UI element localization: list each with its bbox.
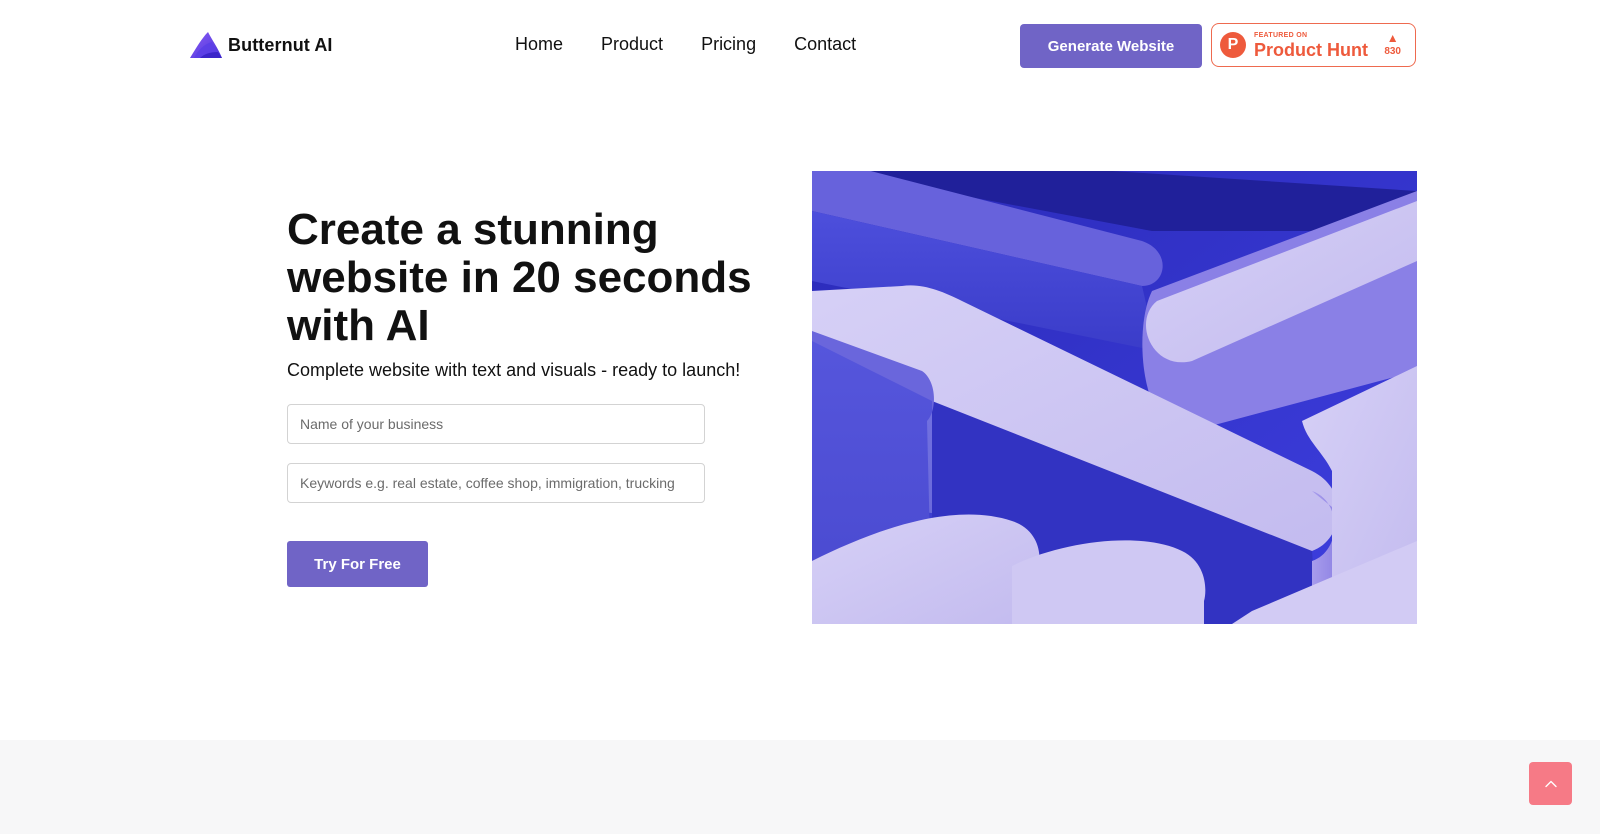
logo-icon — [190, 32, 222, 58]
product-hunt-logo-icon: P — [1220, 32, 1246, 58]
scroll-to-top-button[interactable] — [1529, 762, 1572, 805]
chevron-up-icon — [1544, 780, 1557, 787]
hero-title: Create a stunning website in 20 seconds … — [287, 205, 752, 350]
features-section-background — [0, 740, 1600, 834]
product-hunt-votes: ▲ 830 — [1384, 32, 1401, 57]
product-hunt-text: FEATURED ON Product Hunt — [1254, 32, 1368, 59]
hero-illustration — [812, 171, 1417, 624]
nav-contact-link[interactable]: Contact — [794, 34, 856, 55]
product-hunt-vote-count: 830 — [1384, 46, 1401, 57]
nav-home-link[interactable]: Home — [515, 34, 563, 55]
generate-website-button[interactable]: Generate Website — [1020, 24, 1202, 68]
product-hunt-badge[interactable]: P FEATURED ON Product Hunt ▲ 830 — [1211, 23, 1416, 67]
abstract-3d-shapes-image — [812, 171, 1417, 624]
nav-pricing-link[interactable]: Pricing — [701, 34, 756, 55]
hero-subtitle: Complete website with text and visuals -… — [287, 360, 741, 380]
try-for-free-button[interactable]: Try For Free — [287, 541, 428, 587]
brand-logo[interactable]: Butternut AI — [188, 30, 333, 60]
product-hunt-featured-label: FEATURED ON — [1254, 31, 1308, 39]
nav-product-link[interactable]: Product — [601, 34, 663, 55]
brand-name: Butternut AI — [228, 34, 333, 55]
main-nav: Home Product Pricing Contact — [515, 34, 856, 55]
keywords-input[interactable] — [287, 463, 705, 503]
business-name-input[interactable] — [287, 404, 705, 444]
triangle-up-icon: ▲ — [1386, 31, 1399, 45]
product-hunt-name: Product Hunt — [1254, 39, 1368, 60]
